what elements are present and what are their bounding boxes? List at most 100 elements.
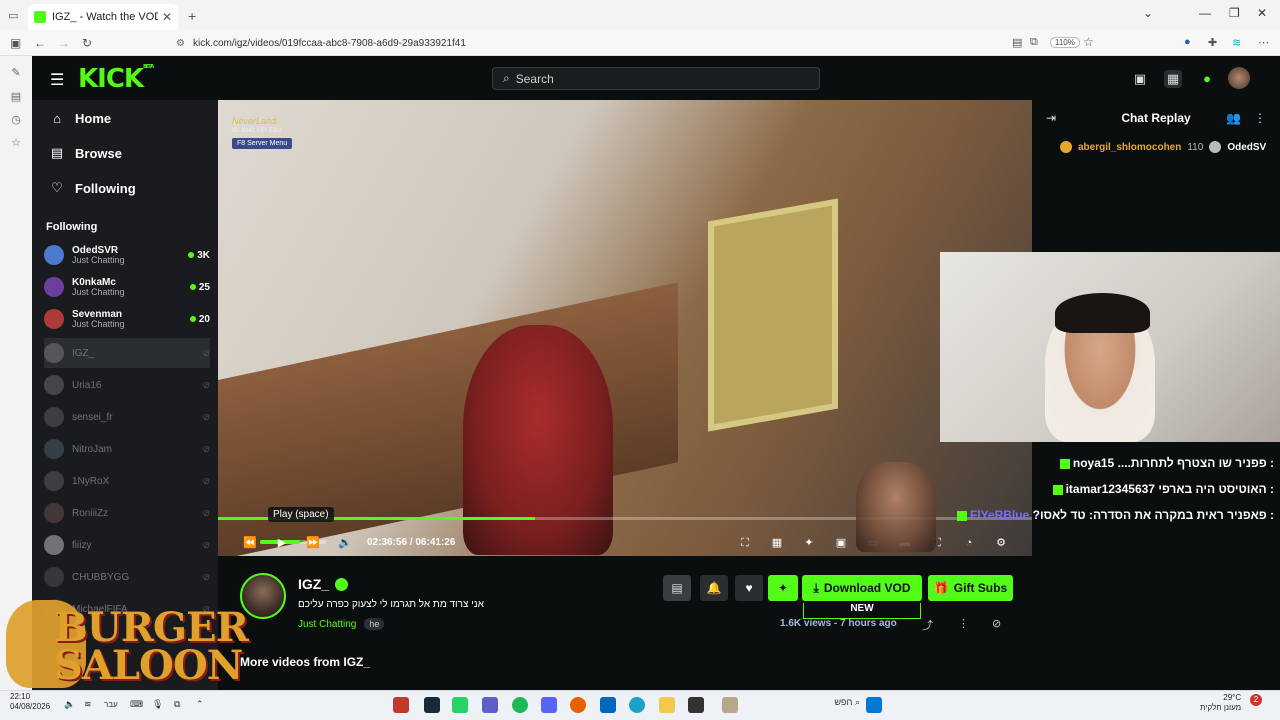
kick-k-icon[interactable]: ● [1198,70,1216,88]
chat-users-icon[interactable]: 👥 [1226,111,1241,125]
playback-speed-icon[interactable]: ◔ [961,535,977,551]
more-options-icon[interactable]: ⋮ [958,617,969,630]
taskbar-search[interactable]: חפש ⌕ [740,697,860,713]
store-icon[interactable] [600,697,616,713]
zoom-indicator[interactable]: 110% [1050,37,1080,48]
whatsapp-icon[interactable] [452,697,468,713]
notification-button[interactable]: 🔔 [700,575,728,601]
stream-category[interactable]: Just Chatting [298,619,356,630]
nav-following[interactable]: ♡ Following [48,176,135,200]
user-avatar[interactable] [1228,67,1250,89]
refresh-icon[interactable]: ↻ [82,36,92,50]
keyboard-icon[interactable]: ⌨ [130,699,143,710]
extensions-puzzle-icon[interactable]: ✚ [1208,36,1217,49]
browser-menu-icon[interactable]: ⋯ [1258,36,1269,49]
maximize-icon[interactable]: ❐ [1229,6,1240,20]
notification-count-icon[interactable]: 2 [1250,694,1262,706]
picture-in-picture-icon[interactable]: ⧉ [1030,36,1038,49]
download-vod-button[interactable]: ⤓ Download VOD [802,575,922,601]
search-input[interactable]: ⌕ Search [492,67,820,90]
collapse-chat-icon[interactable]: ⇥ [1046,111,1056,125]
nav-home[interactable]: ⌂ Home [48,106,111,130]
hamburger-menu-icon[interactable]: ☰ [50,70,64,90]
forward-icon[interactable]: → [58,36,70,50]
sidebar-toggle-icon[interactable]: ▣ [10,36,21,50]
app-icon-1[interactable] [393,697,409,713]
weather-widget[interactable]: 29°C מעונן חלקית [1200,693,1241,712]
taskbar-clock[interactable]: 22:10 04/08/2026 [10,692,50,711]
favorite-star-icon[interactable]: ☆ [1083,35,1094,49]
windows-start-icon[interactable] [866,697,882,713]
settings-gear-icon[interactable]: ⚙ [993,535,1009,551]
queue-button[interactable]: ▤ [663,575,691,601]
extension-icon[interactable]: ● [1184,36,1191,48]
kick-logo[interactable]: KICKBETA [78,64,154,94]
fast-forward-icon[interactable]: ⏩ [305,535,321,551]
sidebar-channel[interactable]: OdedSVR Just Chatting 3K [44,240,210,270]
meet-icon[interactable]: ⧉ [174,699,180,710]
edge-tool-icon[interactable]: ✎ [9,66,23,80]
tab-actions-icon[interactable]: ▭ [8,9,18,22]
clip-icon[interactable]: ⛶ [737,535,753,551]
edge-favorites-icon[interactable]: ☆ [9,136,23,150]
wifi-icon[interactable]: ≋ [84,699,92,710]
edge-history-icon[interactable]: ◷ [9,113,23,127]
site-info-icon[interactable]: ⚙ [176,38,185,49]
language-tag[interactable]: he [364,618,385,630]
input-language[interactable]: עבר [104,700,118,709]
sidebar-channel[interactable]: fiiizy ⊘ [44,530,210,560]
sidebar-channel[interactable]: K0nkaMc Just Chatting 25 [44,272,210,302]
dashboard-icon[interactable]: ▦ [1164,70,1182,88]
sidebar-channel[interactable]: 1NyRoX ⊘ [44,466,210,496]
discord-icon[interactable] [541,697,557,713]
close-tab-icon[interactable]: ✕ [162,10,172,24]
steam-icon[interactable] [424,697,440,713]
sidebar-channel[interactable]: NitroJam ⊘ [44,434,210,464]
follow-button[interactable]: ♥ [735,575,763,601]
sidebar-channel[interactable]: Uria16 ⊘ [44,370,210,400]
new-tab-icon[interactable]: + [188,8,196,24]
app-icon-2[interactable] [688,697,704,713]
chat-menu-icon[interactable]: ⋮ [1254,111,1266,125]
reader-mode-icon[interactable]: ▤ [1012,36,1022,49]
speaker-icon[interactable]: 🔈 [64,699,75,710]
volume-icon[interactable]: 🔊 [337,535,353,551]
share-icon[interactable]: ⤴ [922,617,933,633]
sidebar-channel[interactable]: CHUBBYGG ⊘ [44,562,210,592]
nav-browse[interactable]: ▤ Browse [48,141,122,165]
spotify-icon[interactable] [512,697,528,713]
minimize-icon[interactable]: — [1199,6,1211,20]
hide-icon[interactable]: ⊘ [992,617,1001,630]
gift-subs-button[interactable]: 🎁 Gift Subs [928,575,1013,601]
stats-icon[interactable]: ▦ [769,535,785,551]
sparkle-icon[interactable]: ✦ [801,535,817,551]
teams-icon[interactable] [482,697,498,713]
sidebar-channel[interactable]: Sevenman Just Chatting 20 [44,304,210,334]
edge-collections-icon[interactable]: ▤ [9,90,23,104]
file-explorer-icon[interactable] [659,697,675,713]
channel-meta: 1NyRoX [72,476,202,487]
edge-icon[interactable] [629,697,645,713]
mic-icon[interactable]: 🎙 [152,699,163,710]
url-field[interactable]: ⚙ kick.com/igz/videos/019fccaa-abc8-7908… [176,33,1106,53]
sparkle-button[interactable]: ✦ [768,575,798,601]
rewind-icon[interactable]: ⏪ [242,535,258,551]
firefox-icon[interactable] [570,697,586,713]
copilot-icon[interactable]: ≋ [1232,36,1241,49]
sidebar-channel[interactable]: RoniiiZz ⊘ [44,498,210,528]
streamer-name[interactable]: IGZ_ [298,576,349,592]
browser-tab[interactable]: IGZ_ - Watch the VOD on K ✕ [28,4,178,30]
play-button[interactable]: ▶ [274,535,290,551]
clips-icon[interactable]: ▣ [1131,70,1149,88]
tab-list-icon[interactable]: ⌄ [1143,6,1153,20]
tray-overflow-icon[interactable]: ⌃ [196,699,204,710]
search-widget-icon[interactable] [722,697,738,713]
back-icon[interactable]: ← [34,36,46,50]
miniplayer-icon[interactable]: ▣ [833,535,849,551]
sidebar-channel[interactable]: IGZ_ ⊘ [44,338,210,368]
chat-user[interactable]: itamar12345637 [1066,482,1155,496]
close-window-icon[interactable]: ✕ [1257,6,1267,20]
chat-user[interactable]: noya15 [1073,456,1114,470]
chat-user[interactable]: FlYeRBlue [970,508,1029,522]
sidebar-channel[interactable]: sensei_fr ⊘ [44,402,210,432]
